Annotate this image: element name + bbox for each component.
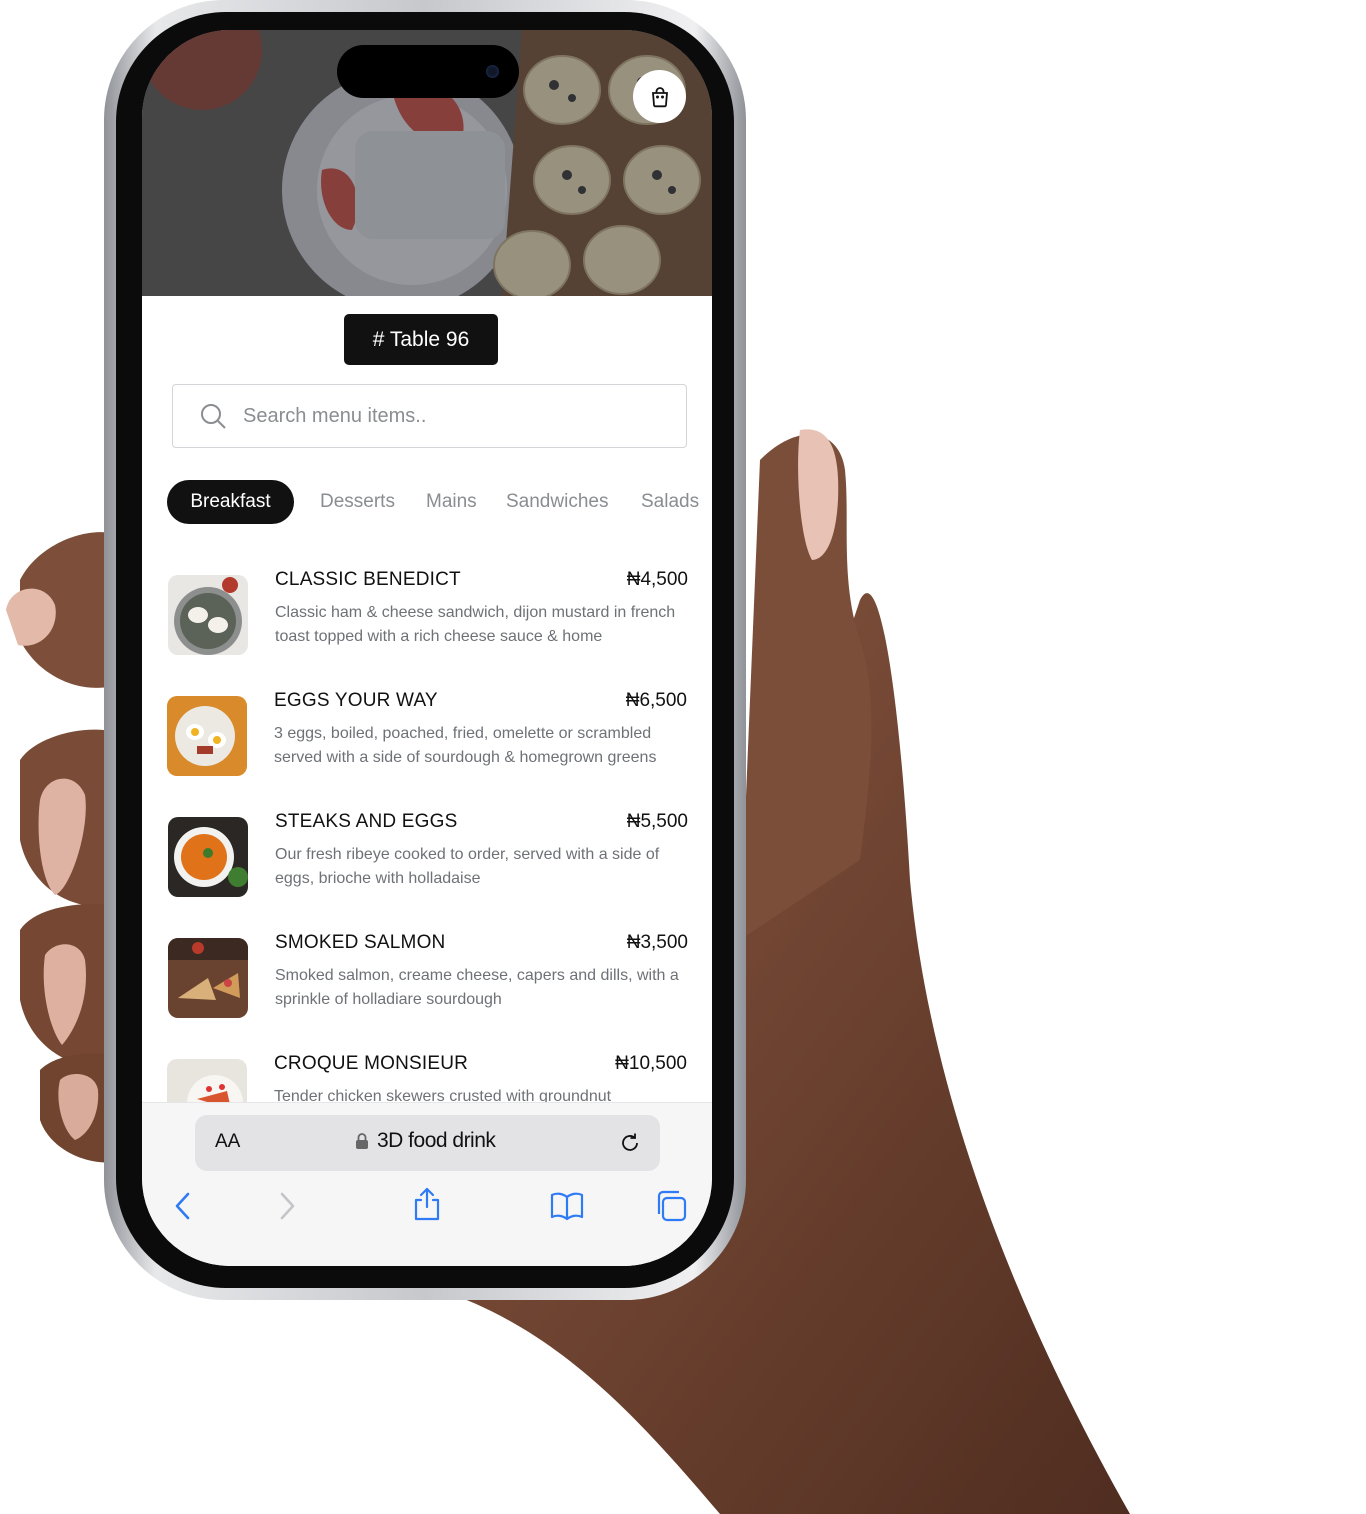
- share-icon[interactable]: [412, 1187, 442, 1221]
- menu-item-price: ₦3,500: [626, 932, 688, 953]
- search-box[interactable]: [172, 384, 687, 448]
- menu-item-name: STEAKS AND EGGS: [275, 811, 458, 832]
- hero-image: [142, 30, 712, 296]
- tab-breakfast[interactable]: Breakfast: [167, 480, 294, 524]
- tab-label: Breakfast: [190, 491, 271, 512]
- tab-desserts[interactable]: Desserts: [320, 480, 395, 524]
- menu-item-description: 3 eggs, boiled, poached, fried, omelette…: [274, 725, 657, 766]
- menu-item-name: SMOKED SALMON: [275, 932, 446, 953]
- tabs-icon[interactable]: [654, 1189, 688, 1223]
- camera-icon: [486, 65, 499, 78]
- menu-item[interactable]: EGGS YOUR WAY ₦6,500 3 eggs, boiled, poa…: [167, 690, 687, 780]
- bookmarks-icon[interactable]: [550, 1191, 584, 1221]
- tab-label: Mains: [426, 491, 477, 512]
- browser-toolbar: AA 3D food drink: [142, 1102, 712, 1266]
- search-icon: [201, 404, 226, 429]
- url-text: 3D food drink: [377, 1129, 496, 1152]
- menu-item-price: ₦10,500: [615, 1053, 687, 1074]
- menu-item-thumbnail: [168, 938, 248, 1018]
- menu-item-name: CLASSIC BENEDICT: [275, 569, 461, 590]
- menu-item-thumbnail: [168, 817, 248, 897]
- menu-item[interactable]: SMOKED SALMON ₦3,500 Smoked salmon, crea…: [168, 932, 688, 1022]
- table-label: # Table 96: [372, 327, 470, 351]
- menu-item-price: ₦4,500: [626, 569, 688, 590]
- menu-item-price: ₦5,500: [626, 811, 688, 832]
- tab-label: Sandwiches: [506, 491, 609, 512]
- menu-item-name: EGGS YOUR WAY: [274, 690, 438, 711]
- forward-icon[interactable]: [276, 1191, 298, 1221]
- menu-item-thumbnail: [168, 575, 248, 655]
- menu-item-description: Smoked salmon, creame cheese, capers and…: [275, 967, 679, 1008]
- table-number-badge: # Table 96: [344, 314, 498, 365]
- dynamic-island: [337, 45, 519, 98]
- search-input[interactable]: [241, 403, 645, 429]
- cart-button[interactable]: [633, 70, 686, 123]
- tab-label: Desserts: [320, 491, 395, 512]
- tab-mains[interactable]: Mains: [426, 480, 477, 524]
- menu-item-description: Classic ham & cheese sandwich, dijon mus…: [275, 604, 676, 645]
- menu-item-description: Our fresh ribeye cooked to order, served…: [275, 846, 660, 887]
- menu-item[interactable]: STEAKS AND EGGS ₦5,500 Our fresh ribeye …: [168, 811, 688, 901]
- text-size-label: AA: [215, 1131, 241, 1152]
- restaurant-logo-placeholder: [355, 131, 505, 239]
- tab-salads[interactable]: Salads: [641, 480, 699, 524]
- menu-item[interactable]: CLASSIC BENEDICT ₦4,500 Classic ham & ch…: [168, 569, 688, 659]
- tab-sandwiches[interactable]: Sandwiches: [506, 480, 608, 524]
- back-icon[interactable]: [172, 1191, 194, 1221]
- menu-item-price: ₦6,500: [625, 690, 687, 711]
- text-size-button[interactable]: AA: [215, 1131, 240, 1153]
- menu-item-name: CROQUE MONSIEUR: [274, 1053, 469, 1074]
- phone-screen: # Table 96 Breakfast Desserts Mains Sand…: [142, 30, 712, 1266]
- shopping-bag-icon: [651, 86, 668, 107]
- reload-icon[interactable]: [618, 1131, 642, 1155]
- tab-label: Salads: [641, 491, 700, 512]
- lock-icon: [356, 1133, 368, 1149]
- address-bar[interactable]: AA 3D food drink: [195, 1115, 660, 1171]
- menu-item-thumbnail: [167, 696, 247, 776]
